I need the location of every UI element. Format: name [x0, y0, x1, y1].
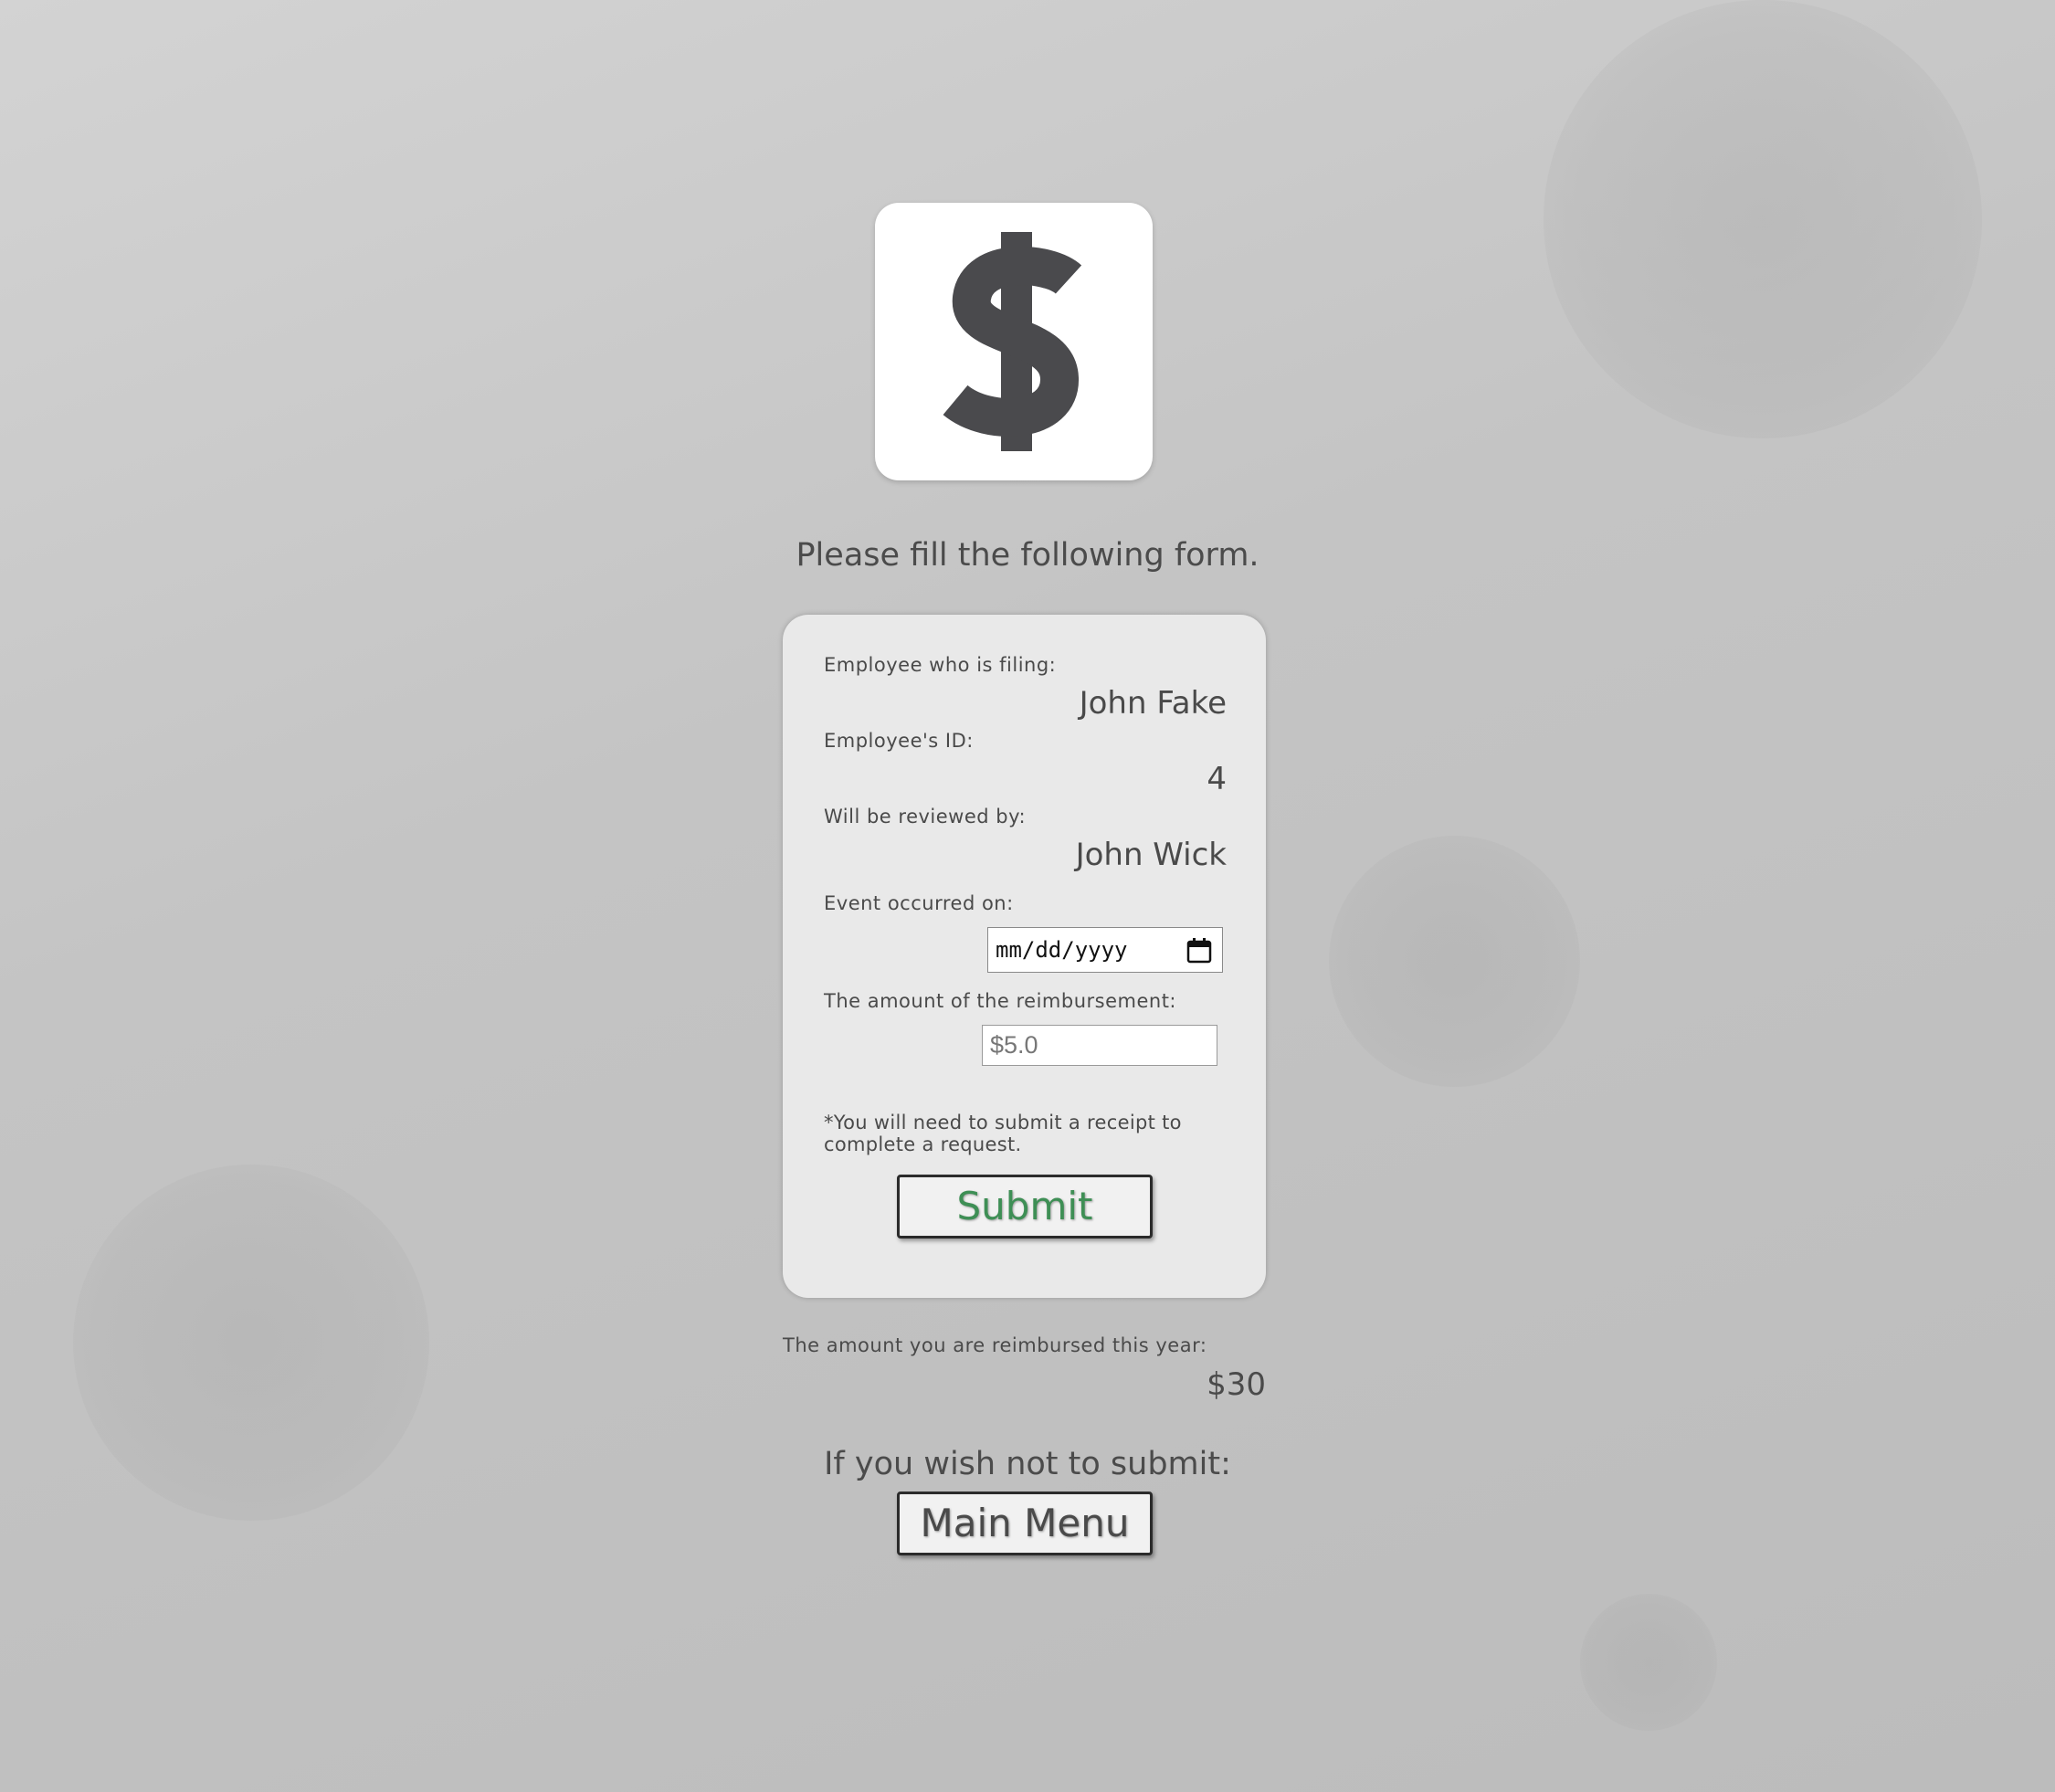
reimbursed-value: $30	[1207, 1366, 1266, 1403]
exit-prompt: If you wish not to submit:	[824, 1446, 1231, 1482]
event-date-label: Event occurred on:	[824, 892, 1014, 914]
employee-id-value: 4	[1207, 761, 1227, 797]
amount-label: The amount of the reimbursement:	[824, 990, 1177, 1012]
background-blob	[1329, 836, 1580, 1087]
employee-label: Employee who is filing:	[824, 654, 1057, 676]
reviewer-label: Will be reviewed by:	[824, 806, 1027, 827]
receipt-note: *You will need to submit a receipt to co…	[824, 1112, 1182, 1155]
form-instructions: Please fill the following form.	[796, 537, 1259, 574]
submit-button[interactable]: Submit	[897, 1175, 1153, 1239]
background-blob	[1580, 1594, 1717, 1731]
employee-id-label: Employee's ID:	[824, 730, 974, 752]
calendar-icon[interactable]	[1186, 937, 1213, 965]
background-blob	[1544, 0, 1982, 438]
dollar-sign-icon	[943, 232, 1082, 451]
reviewer-name: John Wick	[1075, 837, 1227, 873]
amount-input[interactable]	[982, 1025, 1217, 1066]
event-date-input[interactable]: mm/dd/yyyy	[987, 927, 1223, 973]
app-logo	[875, 203, 1153, 480]
employee-name: John Fake	[1079, 685, 1227, 722]
main-menu-button[interactable]: Main Menu	[897, 1492, 1153, 1555]
date-placeholder: mm/dd/yyyy	[996, 937, 1128, 963]
reimbursement-form: Employee who is filing: John Fake Employ…	[783, 615, 1266, 1298]
reimbursed-label: The amount you are reimbursed this year:	[783, 1334, 1207, 1356]
